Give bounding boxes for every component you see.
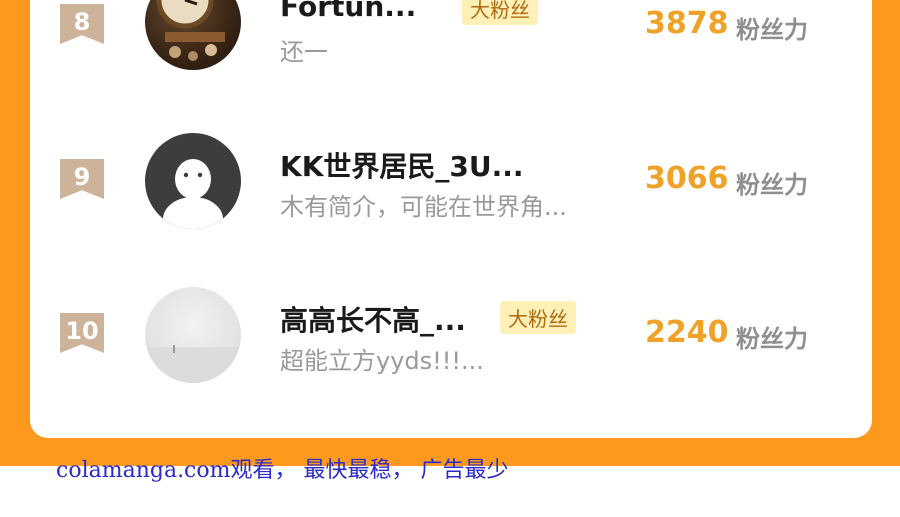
avatar[interactable] bbox=[145, 287, 241, 383]
user-bio: 超能立方yyds!!!... bbox=[280, 347, 484, 375]
user-name[interactable]: Fortun... bbox=[280, 0, 416, 23]
user-bio: 还一 bbox=[280, 38, 328, 66]
ranking-row[interactable]: 10 高高长不高_... 大粉丝 超能立方yyds!!!... 2240 粉丝力 bbox=[30, 277, 872, 387]
avatar[interactable] bbox=[145, 133, 241, 229]
rank-ribbon: 10 bbox=[60, 313, 104, 353]
rank-ribbon: 8 bbox=[60, 4, 104, 44]
ranking-row[interactable]: 9 KK世界居民_3U... 木有简介，可能在世界角... 3066 粉丝力 bbox=[30, 123, 872, 233]
foggy-landscape-icon bbox=[145, 345, 241, 383]
fan-power-score: 3066 bbox=[645, 161, 729, 196]
big-fan-badge: 大粉丝 bbox=[462, 0, 538, 25]
fan-power-score: 3878 bbox=[645, 6, 729, 41]
big-fan-badge: 大粉丝 bbox=[500, 301, 576, 334]
user-name[interactable]: KK世界居民_3U... bbox=[280, 145, 524, 185]
fan-power-score: 2240 bbox=[645, 315, 729, 350]
fan-power-unit: 粉丝力 bbox=[736, 171, 808, 199]
rank-ribbon: 9 bbox=[60, 159, 104, 199]
default-user-icon bbox=[163, 159, 223, 229]
user-name[interactable]: 高高长不高_... bbox=[280, 299, 466, 339]
clock-icon bbox=[156, 0, 225, 61]
user-bio: 木有简介，可能在世界角... bbox=[280, 193, 567, 221]
fan-power-unit: 粉丝力 bbox=[736, 325, 808, 353]
fan-ranking-card: 8 Fortun... 大粉丝 还一 3878 粉丝力 9 KK世界居民_3U.… bbox=[30, 0, 872, 438]
ranking-row[interactable]: 8 Fortun... 大粉丝 还一 3878 粉丝力 bbox=[30, 0, 872, 80]
avatar[interactable] bbox=[145, 0, 241, 70]
fan-power-unit: 粉丝力 bbox=[736, 16, 808, 44]
site-watermark: colamanga.com观看， 最快最稳， 广告最少 bbox=[56, 458, 509, 483]
leaderboard-frame: 8 Fortun... 大粉丝 还一 3878 粉丝力 9 KK世界居民_3U.… bbox=[0, 0, 900, 466]
